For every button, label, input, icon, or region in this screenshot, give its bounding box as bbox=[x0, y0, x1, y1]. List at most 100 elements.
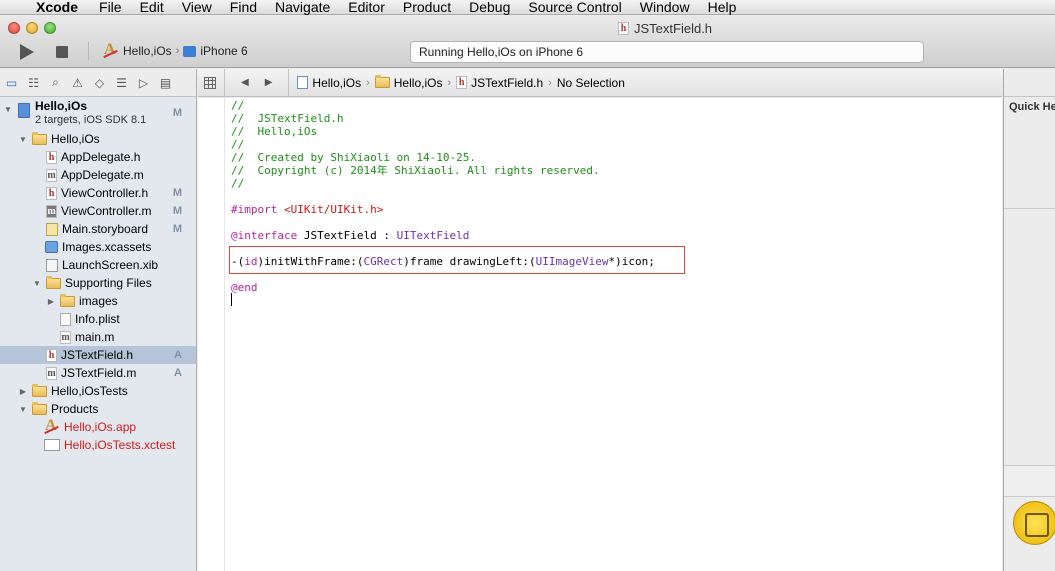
tree-row-group[interactable]: ▼ Products bbox=[0, 400, 196, 418]
disclosure-open-icon[interactable]: ▼ bbox=[18, 405, 28, 414]
breadcrumb-group[interactable]: Hello,iOs bbox=[374, 75, 442, 90]
tree-row-file[interactable]: m ViewController.m M bbox=[0, 202, 196, 220]
menu-find[interactable]: Find bbox=[221, 0, 266, 15]
disclosure-closed-icon[interactable]: ▶ bbox=[46, 297, 56, 306]
menu-xcode[interactable]: Xcode bbox=[26, 0, 90, 15]
tree-row-file[interactable]: LaunchScreen.xib bbox=[0, 256, 196, 274]
folder-icon bbox=[32, 383, 47, 397]
breadcrumb-file[interactable]: h JSTextField.h bbox=[456, 76, 543, 90]
tree-item-label: Hello,iOs.app bbox=[64, 420, 137, 434]
tree-item-label: Main.storyboard bbox=[62, 222, 149, 236]
run-button[interactable] bbox=[20, 44, 34, 60]
code-line: // JSTextField.h bbox=[231, 112, 344, 125]
tree-item-label: Hello,iOs bbox=[51, 132, 100, 146]
source-editor[interactable]: // // JSTextField.h // Hello,iOs // // C… bbox=[198, 98, 1002, 571]
scheme-selector[interactable]: Hello,iOs › iPhone 6 bbox=[103, 41, 248, 59]
menu-navigate[interactable]: Navigate bbox=[266, 0, 339, 15]
inspector-tabs bbox=[1004, 69, 1055, 97]
chevron-right-icon: › bbox=[548, 76, 552, 89]
menu-source-control[interactable]: Source Control bbox=[519, 0, 630, 15]
disclosure-open-icon[interactable]: ▼ bbox=[32, 279, 42, 288]
project-name: Hello,iOs bbox=[35, 99, 88, 113]
implementation-file-icon: m bbox=[46, 204, 57, 218]
menu-editor[interactable]: Editor bbox=[339, 0, 394, 15]
window-title-text: JSTextField.h bbox=[634, 21, 713, 36]
navigator-tabs: ▭ ☷ ⌕ ⚠ ◇ ☰ ▷ ▤ bbox=[0, 69, 196, 97]
breadcrumb-label: No Selection bbox=[556, 75, 625, 90]
project-row[interactable]: ▼ Hello,iOs 2 targets, iOS SDK 8.1 M bbox=[0, 98, 196, 130]
implementation-file-icon: m bbox=[46, 366, 57, 380]
project-subtitle: 2 targets, iOS SDK 8.1 bbox=[35, 114, 147, 126]
code-line: // bbox=[231, 138, 245, 151]
window-toolbar: h JSTextField.h Hello,iOs › iPhone 6 Run… bbox=[0, 16, 1055, 68]
find-navigator-tab-icon[interactable]: ⌕ bbox=[48, 75, 63, 90]
code-token: @interface bbox=[231, 229, 298, 242]
stop-button[interactable] bbox=[56, 46, 68, 58]
tree-item-label: LaunchScreen.xib bbox=[62, 258, 159, 272]
status-badge: M bbox=[172, 107, 182, 119]
tree-row-file[interactable]: h ViewController.h M bbox=[0, 184, 196, 202]
jump-bar: ◀ ▶ Hello,iOs › Hello,iOs › h JSTextFiel… bbox=[198, 68, 1002, 97]
tree-item-label: AppDelegate.m bbox=[61, 168, 144, 182]
tree-row-file[interactable]: Info.plist bbox=[0, 310, 196, 328]
tree-item-label: Products bbox=[51, 402, 99, 416]
debug-navigator-tab-icon[interactable]: ☰ bbox=[114, 75, 129, 90]
project-file-icon bbox=[297, 76, 309, 89]
tree-row-product[interactable]: Hello,iOs.app bbox=[0, 417, 196, 436]
disclosure-open-icon[interactable]: ▼ bbox=[4, 105, 12, 114]
tree-row-file[interactable]: Images.xcassets bbox=[0, 238, 196, 256]
library-tabs bbox=[1004, 465, 1055, 497]
implementation-file-icon: m bbox=[46, 168, 57, 182]
disclosure-closed-icon[interactable]: ▶ bbox=[18, 387, 28, 396]
related-items-grid-icon[interactable] bbox=[204, 76, 216, 89]
tree-row-group[interactable]: ▼ Supporting Files bbox=[0, 274, 196, 292]
breadcrumb-project[interactable]: Hello,iOs bbox=[297, 76, 361, 90]
breadcrumb-selection[interactable]: No Selection bbox=[557, 76, 625, 90]
zoom-window-button[interactable] bbox=[44, 22, 56, 34]
object-library-item-icon[interactable] bbox=[1013, 501, 1055, 545]
tree-row-group[interactable]: ▼ Hello,iOs bbox=[0, 130, 196, 148]
tree-item-label: Supporting Files bbox=[65, 276, 152, 290]
menu-product[interactable]: Product bbox=[394, 0, 460, 15]
device-name: iPhone 6 bbox=[200, 44, 248, 58]
issue-navigator-tab-icon[interactable]: ⚠ bbox=[70, 75, 85, 90]
chevron-right-icon: › bbox=[366, 76, 370, 89]
menu-debug[interactable]: Debug bbox=[460, 0, 519, 15]
tree-row-file[interactable]: m AppDelegate.m bbox=[0, 166, 196, 184]
tree-row-file[interactable]: h AppDelegate.h bbox=[0, 148, 196, 166]
back-arrow-icon[interactable]: ◀ bbox=[241, 77, 249, 88]
log-navigator-tab-icon[interactable]: ▤ bbox=[158, 75, 173, 90]
symbol-navigator-tab-icon[interactable]: ☷ bbox=[26, 75, 41, 90]
project-navigator-tab-icon[interactable]: ▭ bbox=[4, 75, 19, 90]
menu-file[interactable]: File bbox=[90, 0, 131, 15]
close-window-button[interactable] bbox=[8, 22, 20, 34]
disclosure-open-icon[interactable]: ▼ bbox=[18, 135, 28, 144]
breakpoint-navigator-tab-icon[interactable]: ▷ bbox=[136, 75, 151, 90]
chevron-right-icon: › bbox=[447, 76, 452, 89]
menu-edit[interactable]: Edit bbox=[131, 0, 173, 15]
status-badge: M bbox=[172, 205, 182, 217]
test-navigator-tab-icon[interactable]: ◇ bbox=[92, 75, 107, 90]
menu-view[interactable]: View bbox=[173, 0, 221, 15]
tree-row-group[interactable]: ▶ images bbox=[0, 292, 196, 310]
tree-row-product[interactable]: Hello,iOsTests.xctest bbox=[0, 436, 196, 454]
folder-icon bbox=[32, 131, 47, 145]
editor-gutter[interactable] bbox=[198, 98, 225, 571]
asset-catalog-icon bbox=[45, 241, 58, 253]
tree-item-label: ViewController.h bbox=[61, 186, 149, 200]
header-file-icon: h bbox=[456, 76, 468, 89]
tree-row-file-selected[interactable]: h JSTextField.h A bbox=[0, 346, 196, 364]
chevron-right-icon: › bbox=[175, 45, 180, 57]
forward-arrow-icon[interactable]: ▶ bbox=[265, 77, 273, 88]
minimize-window-button[interactable] bbox=[26, 22, 38, 34]
tree-row-file[interactable]: Main.storyboard M bbox=[0, 220, 196, 238]
menu-help[interactable]: Help bbox=[699, 0, 746, 15]
folder-icon bbox=[60, 293, 75, 307]
tree-row-file[interactable]: m JSTextField.m A bbox=[0, 364, 196, 382]
tree-row-file[interactable]: m main.m bbox=[0, 328, 196, 346]
status-badge: A bbox=[174, 349, 182, 361]
project-navigator: ▭ ☷ ⌕ ⚠ ◇ ☰ ▷ ▤ ▼ Hello,iOs 2 targets, i… bbox=[0, 69, 197, 571]
tree-row-group[interactable]: ▶ Hello,iOsTests bbox=[0, 382, 196, 400]
menu-window[interactable]: Window bbox=[631, 0, 699, 15]
device-icon bbox=[183, 45, 197, 57]
